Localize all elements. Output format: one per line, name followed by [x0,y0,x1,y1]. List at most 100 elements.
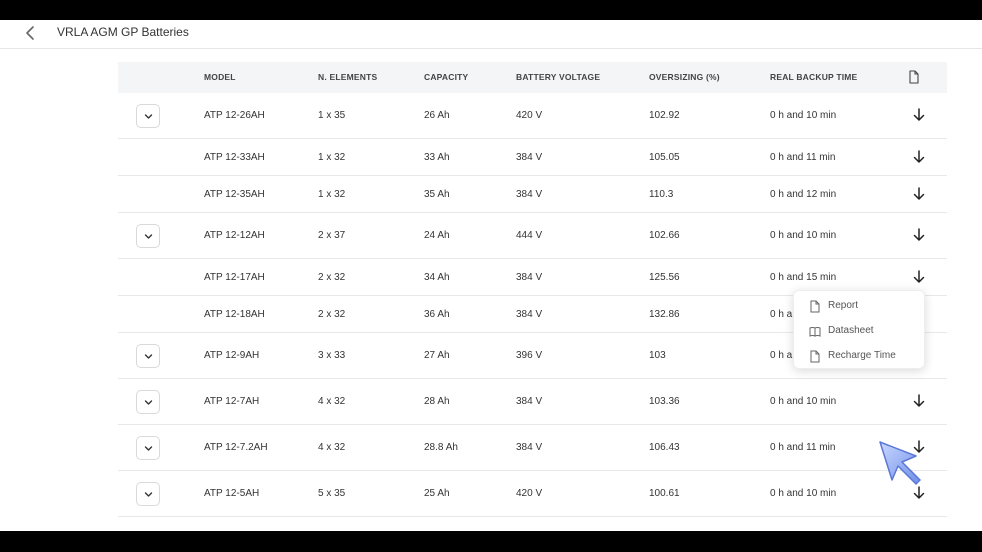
cell-model: ATP 12-35AH [204,189,265,200]
chevron-down-icon [144,446,153,451]
chevron-left-icon [26,26,34,40]
cell-capacity: 36 Ah [424,309,450,320]
chevron-down-icon [144,492,153,497]
app-window: VRLA AGM GP Batteries MODEL N. ELEMENTS … [0,20,982,531]
cell-backup-time: 0 h and 10 min [770,110,837,121]
file-icon [810,300,820,313]
arrow-down-icon [913,108,925,121]
cell-capacity: 28.8 Ah [424,442,458,453]
cell-backup-time: 0 h a [770,309,793,320]
cell-capacity: 27 Ah [424,350,450,361]
cell-voltage: 384 V [516,189,543,200]
table-row: ATP 12-7.2AH 4 x 32 28.8 Ah 384 V 106.43 0 h … [118,425,947,471]
cell-oversizing: 105.05 [649,152,680,163]
column-header-model[interactable]: MODEL [204,72,236,82]
menu-item-label: Recharge Time [828,350,896,361]
cell-oversizing: 132.86 [649,309,680,320]
expand-row-button[interactable] [136,344,160,368]
cell-capacity: 26 Ah [424,110,450,121]
menu-item-label: Datasheet [828,325,874,336]
table-header: MODEL N. ELEMENTS CAPACITY BATTERY VOLTA… [118,62,947,93]
download-button[interactable] [912,186,926,202]
cell-model: ATP 12-7.2AH [204,442,268,453]
cell-elements: 4 x 32 [318,442,346,453]
letterbox-top [0,0,982,20]
download-button[interactable] [912,393,926,409]
menu-item-label: Report [828,300,859,311]
cell-capacity: 28 Ah [424,396,450,407]
cell-backup-time: 0 h and 10 min [770,488,837,499]
arrow-down-icon [913,150,925,163]
cell-model: ATP 12-26AH [204,110,265,121]
expand-row-button[interactable] [136,482,160,506]
back-button[interactable] [20,23,40,43]
cell-model: ATP 12-12AH [204,230,265,241]
download-button[interactable] [912,269,926,285]
file-icon [810,350,820,363]
menu-item-report[interactable]: Report [794,295,926,317]
cell-voltage: 384 V [516,272,543,283]
cell-voltage: 396 V [516,350,543,361]
expand-row-button[interactable] [136,224,160,248]
table-row: ATP 12-12AH 2 x 37 24 Ah 444 V 102.66 0 h and… [118,213,947,259]
cell-elements: 2 x 32 [318,309,346,320]
cell-backup-time: 0 h and 12 min [770,189,837,200]
column-header-oversizing[interactable]: OVERSIZING (%) [649,72,720,82]
cell-voltage: 384 V [516,396,543,407]
cell-model: ATP 12-5AH [204,488,260,499]
cell-backup-time: 0 h a [770,350,793,361]
cell-model: ATP 12-17AH [204,272,265,283]
mouse-pointer-icon [879,441,921,485]
cell-oversizing: 102.92 [649,110,680,121]
column-header-elements[interactable]: N. ELEMENTS [318,72,377,82]
column-header-voltage[interactable]: BATTERY VOLTAGE [516,72,600,82]
menu-item-datasheet[interactable]: Datasheet [794,320,926,342]
cell-elements: 1 x 32 [318,152,346,163]
expand-row-button[interactable] [136,436,160,460]
chevron-down-icon [144,400,153,405]
file-icon [909,70,919,84]
cell-capacity: 34 Ah [424,272,450,283]
cell-elements: 5 x 35 [318,488,346,499]
arrow-down-icon [913,187,925,200]
cell-backup-time: 0 h and 11 min [770,152,836,163]
cell-capacity: 25 Ah [424,488,450,499]
column-header-capacity[interactable]: CAPACITY [424,72,468,82]
cell-elements: 4 x 32 [318,396,346,407]
cell-oversizing: 102.66 [649,230,680,241]
cell-elements: 1 x 32 [318,189,346,200]
expand-row-button[interactable] [136,104,160,128]
column-header-backup-time[interactable]: REAL BACKUP TIME [770,72,857,82]
page-title: VRLA AGM GP Batteries [57,25,189,39]
cell-backup-time: 0 h and 11 min [770,442,836,453]
download-menu: Report Datasheet Recharge Time [793,290,925,369]
cell-elements: 2 x 37 [318,230,346,241]
cell-voltage: 384 V [516,152,543,163]
arrow-down-icon [913,394,925,407]
download-button[interactable] [912,107,926,123]
cell-voltage: 384 V [516,309,543,320]
expand-row-button[interactable] [136,390,160,414]
cell-backup-time: 0 h and 10 min [770,230,837,241]
letterbox-bottom [0,531,982,552]
cell-backup-time: 0 h and 15 min [770,272,837,283]
cell-elements: 3 x 33 [318,350,346,361]
cell-model: ATP 12-18AH [204,309,265,320]
chevron-down-icon [144,354,153,359]
book-icon [809,327,821,337]
cell-model: ATP 12-7AH [204,396,260,407]
table-row: ATP 12-33AH 1 x 32 33 Ah 384 V 105.05 0 h and… [118,139,947,176]
cell-elements: 1 x 35 [318,110,346,121]
page-header: VRLA AGM GP Batteries [0,20,982,49]
arrow-down-icon [913,270,925,283]
cell-oversizing: 100.61 [649,488,680,499]
cell-model: ATP 12-9AH [204,350,260,361]
cell-voltage: 420 V [516,488,543,499]
cell-oversizing: 125.56 [649,272,680,283]
cell-capacity: 33 Ah [424,152,450,163]
download-button[interactable] [912,227,926,243]
download-button[interactable] [912,149,926,165]
cell-voltage: 444 V [516,230,543,241]
table-row: ATP 12-7AH 4 x 32 28 Ah 384 V 103.36 0 h and … [118,379,947,425]
menu-item-recharge-time[interactable]: Recharge Time [794,345,926,367]
